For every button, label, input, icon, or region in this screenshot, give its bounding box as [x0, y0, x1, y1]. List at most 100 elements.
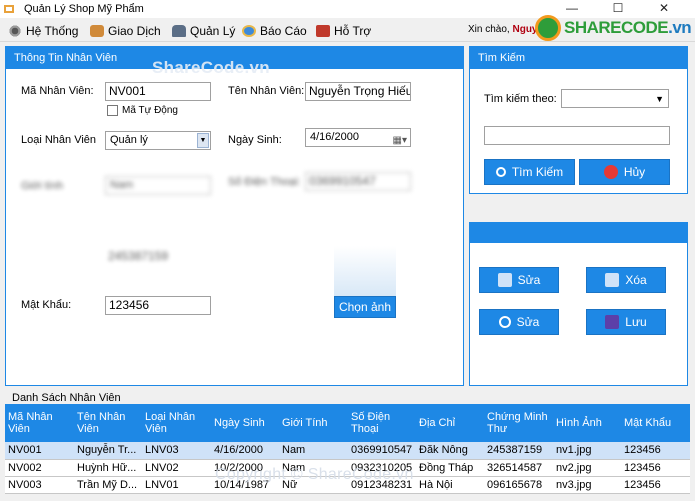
table-cell: 123456	[621, 442, 690, 460]
sharecode-logo: SHARECODE.vn	[535, 14, 695, 42]
column-header[interactable]: Tên Nhân Viên	[74, 404, 142, 442]
table-cell: Nguyễn Tr...	[74, 442, 142, 460]
edit-button-label: Sửa	[516, 315, 540, 329]
cancel-button-label: Hủy	[623, 165, 646, 179]
greeting-prefix: Xin chào,	[468, 24, 510, 35]
auto-id-checkbox[interactable]	[107, 105, 118, 116]
column-header[interactable]: Loại Nhân Viên	[142, 404, 211, 442]
delete-button[interactable]: Xóa	[586, 267, 666, 293]
floppy-disk-icon	[605, 315, 620, 329]
edit-button[interactable]: Sửa	[479, 309, 559, 335]
search-title: Tìm Kiếm	[470, 47, 687, 69]
table-cell: 326514587	[484, 459, 553, 477]
calendar-icon: ▦▾	[392, 135, 407, 146]
globe-icon	[242, 25, 256, 37]
table-cell: 096165678	[484, 476, 553, 494]
menu-he-thong[interactable]: Hệ Thống	[8, 22, 78, 40]
gioi-tinh-select[interactable]: Nam	[105, 176, 211, 195]
table-cell: nv1.jpg	[553, 442, 621, 460]
column-header[interactable]: Hình Ảnh	[553, 404, 621, 442]
mat-khau-label: Mật Khẩu:	[21, 299, 72, 311]
auto-id-label: Mã Tự Động	[122, 105, 178, 116]
choose-image-button[interactable]: Chọn ảnh	[334, 296, 396, 318]
logo-domain: .vn	[668, 18, 692, 37]
table-row[interactable]: NV001 Nguyễn Tr... LNV03 4/16/2000 Nam 036991…	[5, 442, 690, 460]
menu-bao-cao[interactable]: Báo Cáo	[242, 22, 307, 40]
table-cell: 4/16/2000	[211, 442, 279, 460]
table-cell: LNV02	[142, 459, 211, 477]
loai-nv-value: Quản lý	[110, 134, 148, 146]
menu-label: Quản Lý	[190, 24, 236, 38]
menu-label: Hỗ Trợ	[334, 24, 372, 38]
ngay-sinh-value: 4/16/2000	[310, 131, 359, 143]
table-cell: Hà Nội	[416, 476, 484, 494]
menu-label: Báo Cáo	[260, 24, 307, 38]
ma-nv-field[interactable]: NV001	[105, 82, 211, 101]
table-cell: nv2.jpg	[553, 459, 621, 477]
highlight-band	[6, 213, 461, 237]
column-header[interactable]: Số Điện Thoại	[348, 404, 416, 442]
ten-nv-label: Tên Nhân Viên:	[228, 85, 305, 97]
ngay-sinh-picker[interactable]: 4/16/2000 ▦▾	[305, 128, 411, 147]
gioi-tinh-label: Giới tính	[21, 180, 64, 192]
save-button[interactable]: Lưu	[586, 309, 666, 335]
loai-nv-label: Loại Nhân Viên	[21, 134, 97, 146]
table-cell: Trần Mỹ D...	[74, 476, 142, 494]
mat-khau-field[interactable]: 123456	[105, 296, 211, 315]
actions-panel	[469, 222, 688, 386]
support-icon	[316, 25, 330, 37]
search-button[interactable]: Tìm Kiếm	[484, 159, 575, 185]
table-cell: 0369910547	[348, 442, 416, 460]
add-button-label: Sửa	[517, 273, 541, 287]
ten-nv-field[interactable]: Nguyễn Trọng Hiếu	[305, 82, 411, 101]
table-cell: 123456	[621, 459, 690, 477]
table-cell: Đăk Nông	[416, 442, 484, 460]
search-by-select[interactable]: ▼	[561, 89, 669, 108]
table-cell: Huỳnh Hữ...	[74, 459, 142, 477]
delete-button-label: Xóa	[625, 273, 647, 287]
delete-icon	[605, 273, 620, 287]
grid-header-row: Mã Nhân Viên Tên Nhân Viên Loại Nhân Viên N…	[5, 404, 690, 442]
greeting: Xin chào, Nguy	[468, 24, 537, 35]
table-cell: LNV03	[142, 442, 211, 460]
column-header[interactable]: Mật Khẩu	[621, 404, 690, 442]
column-header[interactable]: Giới Tính	[279, 404, 348, 442]
menu-ho-tro[interactable]: Hỗ Trợ	[316, 22, 371, 40]
table-cell: Nam	[279, 442, 348, 460]
save-button-label: Lưu	[625, 315, 647, 329]
chevron-down-icon: ▼	[655, 94, 664, 104]
search-icon	[495, 167, 506, 177]
menu-giao-dich[interactable]: Giao Dịch	[90, 22, 161, 40]
employee-photo	[334, 246, 396, 296]
column-header[interactable]: Mã Nhân Viên	[5, 404, 74, 442]
menu-label: Hệ Thống	[26, 24, 79, 38]
add-button[interactable]: Sửa	[479, 267, 559, 293]
watermark-copyright: Copyright © ShareCode.vn	[215, 466, 414, 483]
column-header[interactable]: Địa Chỉ	[416, 404, 484, 442]
table-cell: nv3.jpg	[553, 476, 621, 494]
column-header[interactable]: Ngày Sinh	[211, 404, 279, 442]
gears-icon	[8, 25, 22, 37]
menu-label: Giao Dịch	[108, 24, 161, 38]
cmnd-field[interactable]: 245387159	[105, 248, 211, 267]
sdt-label: Số Điện Thoại:	[228, 176, 301, 188]
search-by-label: Tìm kiếm theo:	[484, 93, 557, 105]
table-cell: NV002	[5, 459, 74, 477]
actions-header	[470, 223, 687, 243]
add-icon	[497, 273, 512, 287]
loai-nv-select[interactable]: Quản lý ▼	[105, 131, 211, 150]
search-keyword-input[interactable]	[484, 126, 670, 145]
greeting-user: Nguy	[512, 24, 538, 35]
table-cell: NV003	[5, 476, 74, 494]
sdt-field[interactable]: 0369910547	[305, 172, 411, 191]
ma-nv-label: Mã Nhân Viên:	[21, 85, 94, 97]
app-icon	[4, 5, 14, 13]
column-header[interactable]: Chứng Minh Thư	[484, 404, 553, 442]
employee-list-title: Danh Sách Nhân Viên	[12, 392, 121, 404]
cancel-button[interactable]: Hủy	[579, 159, 670, 185]
search-button-label: Tìm Kiếm	[511, 165, 564, 179]
logo-text: SHARECODE	[564, 18, 669, 37]
menu-quan-ly[interactable]: Quản Lý	[172, 22, 235, 40]
table-cell: NV001	[5, 442, 74, 460]
car-icon	[172, 25, 186, 37]
